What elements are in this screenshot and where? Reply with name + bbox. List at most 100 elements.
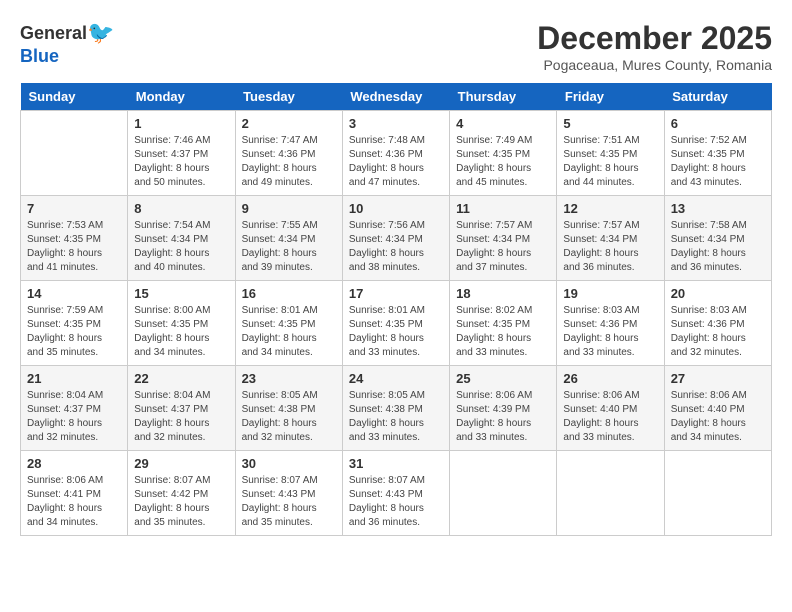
day-info: Sunrise: 7:46 AM Sunset: 4:37 PM Dayligh… [134, 134, 228, 190]
calendar-cell: 15 Sunrise: 8:00 AM Sunset: 4:35 PM Dayli… [128, 281, 235, 366]
calendar-week-row: 28Sunrise: 8:06 AM Sunset: 4:41 PM Dayli… [21, 451, 772, 536]
calendar-cell [21, 111, 128, 196]
day-number: 8 [134, 201, 228, 216]
day-info: Sunrise: 8:04 AM Sunset: 4:37 PM Dayligh… [134, 389, 228, 445]
calendar-cell [664, 451, 771, 536]
day-info: Sunrise: 7:53 AM Sunset: 4:35 PM Dayligh… [27, 219, 121, 275]
day-number: 17 [349, 286, 443, 301]
logo-general: General [20, 23, 87, 44]
calendar-cell: 28Sunrise: 8:06 AM Sunset: 4:41 PM Dayli… [21, 451, 128, 536]
page-header: General 🐦 Blue December 2025 Pogaceaua, … [20, 20, 772, 73]
day-number: 31 [349, 456, 443, 471]
calendar-cell: 26 Sunrise: 8:06 AM Sunset: 4:40 PM Dayli… [557, 366, 664, 451]
calendar-cell: 5Sunrise: 7:51 AM Sunset: 4:35 PM Daylig… [557, 111, 664, 196]
day-of-week-header: Friday [557, 83, 664, 111]
day-info: Sunrise: 8:07 AM Sunset: 4:43 PM Dayligh… [349, 474, 443, 530]
day-of-week-header: Tuesday [235, 83, 342, 111]
calendar-header-row: SundayMondayTuesdayWednesdayThursdayFrid… [21, 83, 772, 111]
day-info: Sunrise: 7:55 AM Sunset: 4:34 PM Dayligh… [242, 219, 336, 275]
calendar-table: SundayMondayTuesdayWednesdayThursdayFrid… [20, 83, 772, 536]
calendar-cell: 17Sunrise: 8:01 AM Sunset: 4:35 PM Dayli… [342, 281, 449, 366]
day-info: Sunrise: 8:06 AM Sunset: 4:39 PM Dayligh… [456, 389, 550, 445]
calendar-cell [557, 451, 664, 536]
day-number: 26 [563, 371, 657, 386]
calendar-cell: 7 Sunrise: 7:53 AM Sunset: 4:35 PM Daylig… [21, 196, 128, 281]
calendar-cell: 22 Sunrise: 8:04 AM Sunset: 4:37 PM Dayli… [128, 366, 235, 451]
day-of-week-header: Sunday [21, 83, 128, 111]
day-of-week-header: Monday [128, 83, 235, 111]
day-info: Sunrise: 8:05 AM Sunset: 4:38 PM Dayligh… [242, 389, 336, 445]
month-year-title: December 2025 [537, 20, 772, 57]
day-info: Sunrise: 8:01 AM Sunset: 4:35 PM Dayligh… [242, 304, 336, 360]
calendar-cell: 16 Sunrise: 8:01 AM Sunset: 4:35 PM Dayli… [235, 281, 342, 366]
day-number: 1 [134, 116, 228, 131]
day-number: 29 [134, 456, 228, 471]
day-info: Sunrise: 8:06 AM Sunset: 4:41 PM Dayligh… [27, 474, 121, 530]
day-info: Sunrise: 8:00 AM Sunset: 4:35 PM Dayligh… [134, 304, 228, 360]
day-info: Sunrise: 8:05 AM Sunset: 4:38 PM Dayligh… [349, 389, 443, 445]
calendar-cell: 29 Sunrise: 8:07 AM Sunset: 4:42 PM Dayli… [128, 451, 235, 536]
day-info: Sunrise: 7:47 AM Sunset: 4:36 PM Dayligh… [242, 134, 336, 190]
day-info: Sunrise: 8:06 AM Sunset: 4:40 PM Dayligh… [671, 389, 765, 445]
day-number: 27 [671, 371, 765, 386]
day-info: Sunrise: 8:02 AM Sunset: 4:35 PM Dayligh… [456, 304, 550, 360]
calendar-cell: 2Sunrise: 7:47 AM Sunset: 4:36 PM Daylig… [235, 111, 342, 196]
day-info: Sunrise: 8:07 AM Sunset: 4:42 PM Dayligh… [134, 474, 228, 530]
day-number: 9 [242, 201, 336, 216]
day-number: 22 [134, 371, 228, 386]
calendar-cell: 11Sunrise: 7:57 AM Sunset: 4:34 PM Dayli… [450, 196, 557, 281]
day-info: Sunrise: 7:52 AM Sunset: 4:35 PM Dayligh… [671, 134, 765, 190]
calendar-cell: 12 Sunrise: 7:57 AM Sunset: 4:34 PM Dayli… [557, 196, 664, 281]
calendar-cell: 30Sunrise: 8:07 AM Sunset: 4:43 PM Dayli… [235, 451, 342, 536]
day-number: 25 [456, 371, 550, 386]
location-subtitle: Pogaceaua, Mures County, Romania [537, 57, 772, 73]
calendar-cell: 24 Sunrise: 8:05 AM Sunset: 4:38 PM Dayli… [342, 366, 449, 451]
day-number: 18 [456, 286, 550, 301]
calendar-week-row: 14Sunrise: 7:59 AM Sunset: 4:35 PM Dayli… [21, 281, 772, 366]
day-number: 23 [242, 371, 336, 386]
calendar-cell: 18 Sunrise: 8:02 AM Sunset: 4:35 PM Dayli… [450, 281, 557, 366]
day-number: 24 [349, 371, 443, 386]
day-number: 13 [671, 201, 765, 216]
calendar-cell: 13 Sunrise: 7:58 AM Sunset: 4:34 PM Dayli… [664, 196, 771, 281]
logo-bird-icon: 🐦 [87, 20, 114, 46]
calendar-cell: 9 Sunrise: 7:55 AM Sunset: 4:34 PM Daylig… [235, 196, 342, 281]
day-info: Sunrise: 7:58 AM Sunset: 4:34 PM Dayligh… [671, 219, 765, 275]
calendar-week-row: 7 Sunrise: 7:53 AM Sunset: 4:35 PM Daylig… [21, 196, 772, 281]
day-info: Sunrise: 7:51 AM Sunset: 4:35 PM Dayligh… [563, 134, 657, 190]
calendar-cell: 23 Sunrise: 8:05 AM Sunset: 4:38 PM Dayli… [235, 366, 342, 451]
calendar-cell: 10 Sunrise: 7:56 AM Sunset: 4:34 PM Dayli… [342, 196, 449, 281]
day-number: 11 [456, 201, 550, 216]
day-number: 7 [27, 201, 121, 216]
day-number: 12 [563, 201, 657, 216]
day-number: 20 [671, 286, 765, 301]
day-number: 19 [563, 286, 657, 301]
calendar-cell: 20 Sunrise: 8:03 AM Sunset: 4:36 PM Dayli… [664, 281, 771, 366]
title-block: December 2025 Pogaceaua, Mures County, R… [537, 20, 772, 73]
day-of-week-header: Wednesday [342, 83, 449, 111]
day-of-week-header: Saturday [664, 83, 771, 111]
day-info: Sunrise: 8:03 AM Sunset: 4:36 PM Dayligh… [671, 304, 765, 360]
day-info: Sunrise: 7:56 AM Sunset: 4:34 PM Dayligh… [349, 219, 443, 275]
day-number: 21 [27, 371, 121, 386]
day-number: 3 [349, 116, 443, 131]
calendar-cell: 3Sunrise: 7:48 AM Sunset: 4:36 PM Daylig… [342, 111, 449, 196]
calendar-cell: 19 Sunrise: 8:03 AM Sunset: 4:36 PM Dayli… [557, 281, 664, 366]
calendar-cell: 6Sunrise: 7:52 AM Sunset: 4:35 PM Daylig… [664, 111, 771, 196]
calendar-cell: 21Sunrise: 8:04 AM Sunset: 4:37 PM Dayli… [21, 366, 128, 451]
day-info: Sunrise: 7:59 AM Sunset: 4:35 PM Dayligh… [27, 304, 121, 360]
calendar-cell [450, 451, 557, 536]
calendar-week-row: 21 Sunrise: 8:04 AM Sunset: 4:37 PM Dayli… [21, 366, 772, 451]
calendar-week-row: 1 Sunrise: 7:46 AM Sunset: 4:37 PM Daylig… [21, 111, 772, 196]
day-number: 15 [134, 286, 228, 301]
calendar-cell: 4Sunrise: 7:49 AM Sunset: 4:35 PM Daylig… [450, 111, 557, 196]
day-number: 10 [349, 201, 443, 216]
day-info: Sunrise: 7:49 AM Sunset: 4:35 PM Dayligh… [456, 134, 550, 190]
calendar-cell: 27 Sunrise: 8:06 AM Sunset: 4:40 PM Dayli… [664, 366, 771, 451]
day-number: 16 [242, 286, 336, 301]
logo-blue: Blue [20, 46, 59, 67]
day-info: Sunrise: 7:57 AM Sunset: 4:34 PM Dayligh… [563, 219, 657, 275]
day-number: 30 [242, 456, 336, 471]
day-info: Sunrise: 8:03 AM Sunset: 4:36 PM Dayligh… [563, 304, 657, 360]
day-info: Sunrise: 8:06 AM Sunset: 4:40 PM Dayligh… [563, 389, 657, 445]
